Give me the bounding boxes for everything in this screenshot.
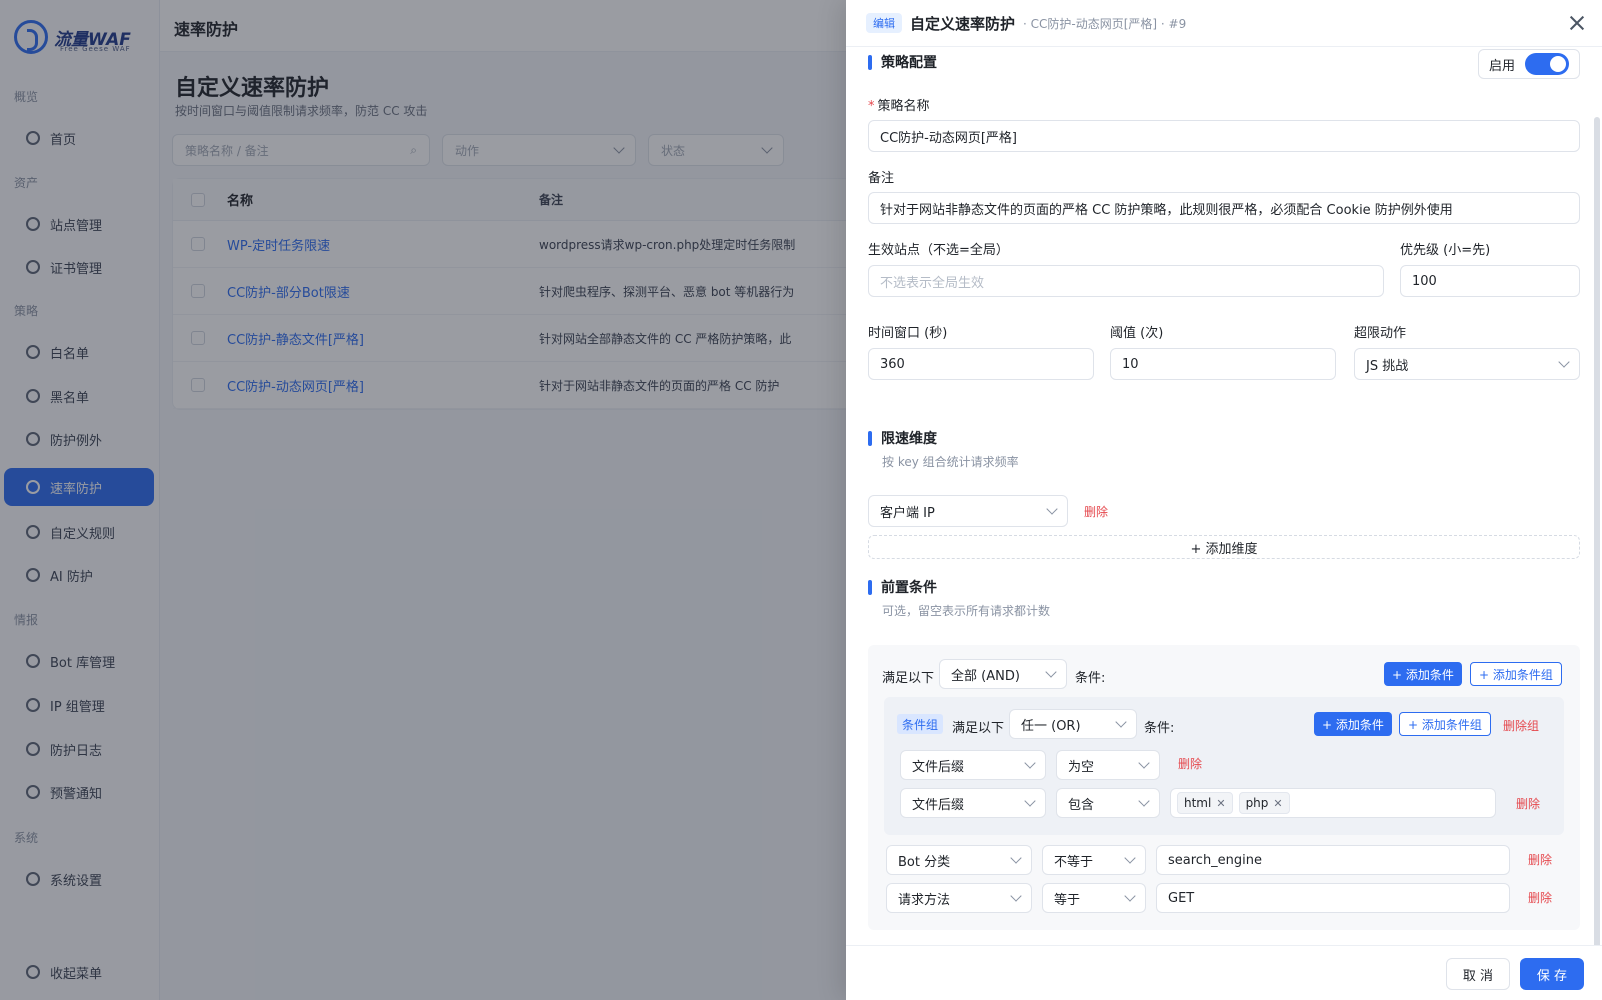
delete-dimension-button[interactable]: 删除: [1084, 503, 1108, 520]
drawer-scrollbar[interactable]: [1594, 117, 1600, 945]
section-dims-label: 限速维度: [881, 431, 937, 447]
add-condition-group-button[interactable]: + 添加条件组: [1470, 662, 1562, 686]
condition-field-value: 请求方法: [898, 892, 951, 908]
sites-select[interactable]: 不选表示全局生效: [868, 265, 1384, 297]
window-label: 时间窗口 (秒): [868, 326, 948, 341]
outer-logic-value: 全部 (AND): [951, 668, 1020, 684]
condition-operator-value: 为空: [1068, 759, 1095, 775]
condition-operator-select[interactable]: 包含: [1056, 788, 1160, 818]
policy-name-input[interactable]: CC防护-动态网页[严格]: [868, 120, 1580, 152]
chevron-down-icon: [1024, 757, 1036, 769]
drawer-header: 编辑 自定义速率防护 · CC防护-动态网页[严格] · #9: [846, 0, 1602, 47]
chevron-down-icon: [1124, 890, 1136, 902]
inner-logic-value: 任一 (OR): [1021, 718, 1081, 734]
sites-label: 生效站点（不选=全局）: [868, 243, 1009, 258]
enable-toggle-box: 启用: [1477, 49, 1580, 79]
chevron-down-icon: [1024, 795, 1036, 807]
condition-operator-select[interactable]: 等于: [1042, 883, 1146, 913]
edit-mode-tag: 编辑: [866, 13, 902, 33]
condition-field-value: 文件后缀: [912, 759, 965, 775]
close-icon[interactable]: ✕: [1216, 797, 1225, 810]
remark-input[interactable]: 针对于网站非静态文件的页面的严格 CC 防护策略，此规则很严格，必须配合 Coo…: [868, 192, 1580, 224]
cancel-button[interactable]: 取 消: [1446, 958, 1510, 990]
delete-condition-button[interactable]: 删除: [1178, 755, 1202, 772]
condition-field-select[interactable]: 请求方法: [886, 883, 1032, 913]
action-label: 超限动作: [1354, 326, 1407, 341]
priority-input[interactable]: 100: [1400, 265, 1580, 297]
condition-value-input[interactable]: GET: [1156, 883, 1510, 913]
group-match-suffix: 条件:: [1144, 721, 1175, 736]
enable-label: 启用: [1488, 58, 1515, 74]
condition-operator-value: 不等于: [1054, 854, 1094, 870]
condition-field-select[interactable]: Bot 分类: [886, 845, 1032, 875]
drawer-meta: · CC防护-动态网页[严格] · #9: [1023, 16, 1187, 31]
threshold-label: 阈值 (次): [1110, 326, 1164, 341]
remark-label: 备注: [868, 171, 895, 186]
group-match-prefix: 满足以下: [952, 721, 1005, 736]
condition-field-select[interactable]: 文件后缀: [900, 750, 1046, 780]
chevron-down-icon: [1138, 757, 1150, 769]
edit-drawer: 编辑 自定义速率防护 · CC防护-动态网页[严格] · #9 策略配置 启用 …: [846, 0, 1602, 1000]
condition-operator-select[interactable]: 不等于: [1042, 845, 1146, 875]
add-dimension-button[interactable]: + 添加维度: [868, 535, 1580, 559]
section-pre-label: 前置条件: [881, 580, 937, 596]
delete-condition-button[interactable]: 删除: [1516, 795, 1540, 812]
group-add-condition-group-button[interactable]: + 添加条件组: [1399, 712, 1491, 736]
tag-chip-label: html: [1184, 796, 1212, 810]
drawer-footer: 取 消 保 存: [846, 945, 1602, 1000]
match-prefix-text: 满足以下: [882, 671, 935, 686]
tag-chip-label: php: [1245, 796, 1269, 810]
section-dims-title: 限速维度: [868, 428, 937, 448]
tag-chip: html ✕: [1177, 792, 1233, 814]
action-select-value: JS 挑战: [1366, 358, 1409, 374]
drawer-title: 自定义速率防护: [910, 14, 1016, 33]
chevron-down-icon: [1115, 716, 1127, 728]
chevron-down-icon: [1124, 852, 1136, 864]
add-condition-button[interactable]: + 添加条件: [1384, 662, 1462, 686]
condition-value-input[interactable]: search_engine: [1156, 845, 1510, 875]
section-pre-title: 前置条件: [868, 577, 937, 597]
action-select[interactable]: JS 挑战: [1354, 348, 1580, 380]
condition-group-tag: 条件组: [897, 714, 944, 734]
chevron-down-icon: [1045, 666, 1057, 678]
dimension-select-value: 客户端 IP: [880, 505, 935, 521]
section-policy-title: 策略配置: [868, 52, 937, 72]
delete-condition-button[interactable]: 删除: [1528, 851, 1552, 868]
condition-tags-input[interactable]: html ✕ php ✕: [1170, 788, 1496, 818]
dimension-select[interactable]: 客户端 IP: [868, 495, 1068, 527]
condition-field-value: 文件后缀: [912, 797, 965, 813]
section-policy-label: 策略配置: [881, 55, 937, 71]
condition-operator-select[interactable]: 为空: [1056, 750, 1160, 780]
delete-condition-button[interactable]: 删除: [1528, 889, 1552, 906]
window-input[interactable]: 360: [868, 348, 1094, 380]
close-icon[interactable]: ✕: [1273, 797, 1282, 810]
condition-operator-value: 包含: [1068, 797, 1095, 813]
group-add-condition-button[interactable]: + 添加条件: [1314, 712, 1392, 736]
match-suffix-text: 条件:: [1075, 671, 1106, 686]
chevron-down-icon: [1046, 503, 1058, 515]
drawer-body: 策略配置 启用 * 策略名称 CC防护-动态网页[严格] 备注 针对于网站非静态文…: [846, 47, 1602, 945]
enable-toggle[interactable]: [1525, 53, 1569, 75]
tag-chip: php ✕: [1238, 792, 1290, 814]
name-label: * 策略名称: [868, 99, 930, 114]
chevron-down-icon: [1010, 852, 1022, 864]
chevron-down-icon: [1010, 890, 1022, 902]
chevron-down-icon: [1138, 795, 1150, 807]
priority-label: 优先级 (小=先): [1400, 243, 1491, 258]
dims-desc: 按 key 组合统计请求频率: [882, 455, 1019, 469]
inner-logic-select[interactable]: 任一 (OR): [1009, 709, 1137, 739]
condition-field-value: Bot 分类: [898, 854, 951, 870]
save-button[interactable]: 保 存: [1520, 958, 1584, 990]
outer-logic-select[interactable]: 全部 (AND): [939, 659, 1067, 689]
close-icon[interactable]: [1566, 12, 1588, 34]
delete-group-button[interactable]: 删除组: [1503, 717, 1539, 734]
name-label-text: 策略名称: [877, 99, 930, 114]
threshold-input[interactable]: 10: [1110, 348, 1336, 380]
condition-field-select[interactable]: 文件后缀: [900, 788, 1046, 818]
chevron-down-icon: [1558, 356, 1570, 368]
condition-operator-value: 等于: [1054, 892, 1081, 908]
pre-desc: 可选，留空表示所有请求都计数: [882, 604, 1051, 618]
